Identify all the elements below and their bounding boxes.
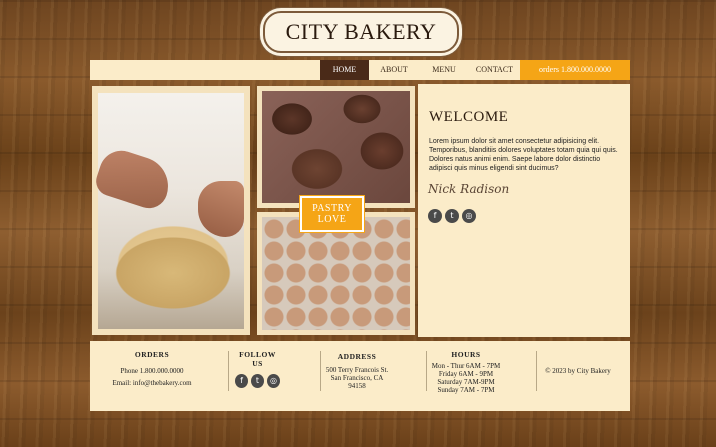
footer-hours-line2: Friday 6AM - 9PM xyxy=(438,370,494,378)
welcome-social-icons: f t ◎ xyxy=(428,209,476,223)
dough-photo xyxy=(92,93,244,329)
footer-divider xyxy=(320,351,321,391)
muffin-photo xyxy=(262,91,410,203)
footer-divider xyxy=(536,351,537,391)
footer-follow-heading: FOLLOW US xyxy=(239,350,276,368)
footer-social-icons: f t ◎ xyxy=(235,374,280,388)
footer-address: ADDRESS 500 Terry Francois St. San Franc… xyxy=(322,352,392,390)
footer-hours-heading: HOURS xyxy=(451,350,481,359)
instagram-icon[interactable]: ◎ xyxy=(462,209,476,223)
footer-copyright: © 2023 by City Bakery xyxy=(542,367,614,375)
facebook-icon[interactable]: f xyxy=(235,374,248,388)
hand-right xyxy=(198,181,244,237)
twitter-icon[interactable]: t xyxy=(251,374,264,388)
muffin-photo-frame xyxy=(257,86,415,208)
footer-phone: Phone 1.800.000.0000 xyxy=(120,367,184,375)
welcome-panel: WELCOME Lorem ipsum dolor sit amet conse… xyxy=(418,84,630,337)
nav-about[interactable]: ABOUT xyxy=(369,60,419,80)
instagram-icon[interactable]: ◎ xyxy=(267,374,280,388)
signature: Nick Radison xyxy=(428,182,510,196)
twitter-icon[interactable]: t xyxy=(445,209,459,223)
dough-photo-frame xyxy=(92,86,250,335)
welcome-body: Lorem ipsum dolor sit amet consectetur a… xyxy=(429,138,618,172)
badge-line1: PASTRY xyxy=(312,203,352,214)
cookies-photo xyxy=(262,217,410,330)
footer-address-line3: 94158 xyxy=(348,382,366,390)
nav-menu[interactable]: MENU xyxy=(419,60,469,80)
footer-follow: FOLLOW US f t ◎ xyxy=(235,350,280,388)
footer-email[interactable]: Email: info@thebakery.com xyxy=(100,379,204,387)
footer-divider xyxy=(228,351,229,391)
footer-orders-heading: ORDERS xyxy=(134,350,170,359)
pastry-love-badge[interactable]: PASTRY LOVE xyxy=(299,195,365,233)
main-content: PASTRY LOVE WELCOME Lorem ipsum dolor si… xyxy=(90,84,630,337)
site-logo[interactable]: CITY BAKERY xyxy=(263,11,459,53)
main-nav: HOME ABOUT MENU CONTACT orders 1.800.000… xyxy=(90,60,630,80)
facebook-icon[interactable]: f xyxy=(428,209,442,223)
footer-hours: HOURS Mon - Thur 6AM - 7PM Friday 6AM - … xyxy=(426,350,506,394)
footer: ORDERS Phone 1.800.000.0000 Email: info@… xyxy=(90,341,630,411)
badge-line2: LOVE xyxy=(317,214,347,225)
welcome-title: WELCOME xyxy=(429,109,509,125)
nav-orders-phone[interactable]: orders 1.800.000.0000 xyxy=(520,60,630,80)
nav-contact[interactable]: CONTACT xyxy=(469,60,520,80)
footer-hours-line1: Mon - Thur 6AM - 7PM xyxy=(431,362,501,370)
footer-address-heading: ADDRESS xyxy=(337,352,377,361)
copyright-text: © 2023 by City Bakery xyxy=(545,367,611,375)
footer-address-line2: San Francisco, CA xyxy=(330,374,384,382)
nav-home[interactable]: HOME xyxy=(320,60,369,80)
footer-address-line1: 500 Terry Francois St. xyxy=(325,366,389,374)
hand-left xyxy=(92,145,176,213)
logo-text: CITY BAKERY xyxy=(285,19,437,44)
footer-orders: ORDERS Phone 1.800.000.0000 Email: info@… xyxy=(100,350,204,387)
footer-hours-line4: Sunday 7AM - 7PM xyxy=(437,386,495,394)
footer-hours-line3: Saturday 7AM-9PM xyxy=(437,378,495,386)
